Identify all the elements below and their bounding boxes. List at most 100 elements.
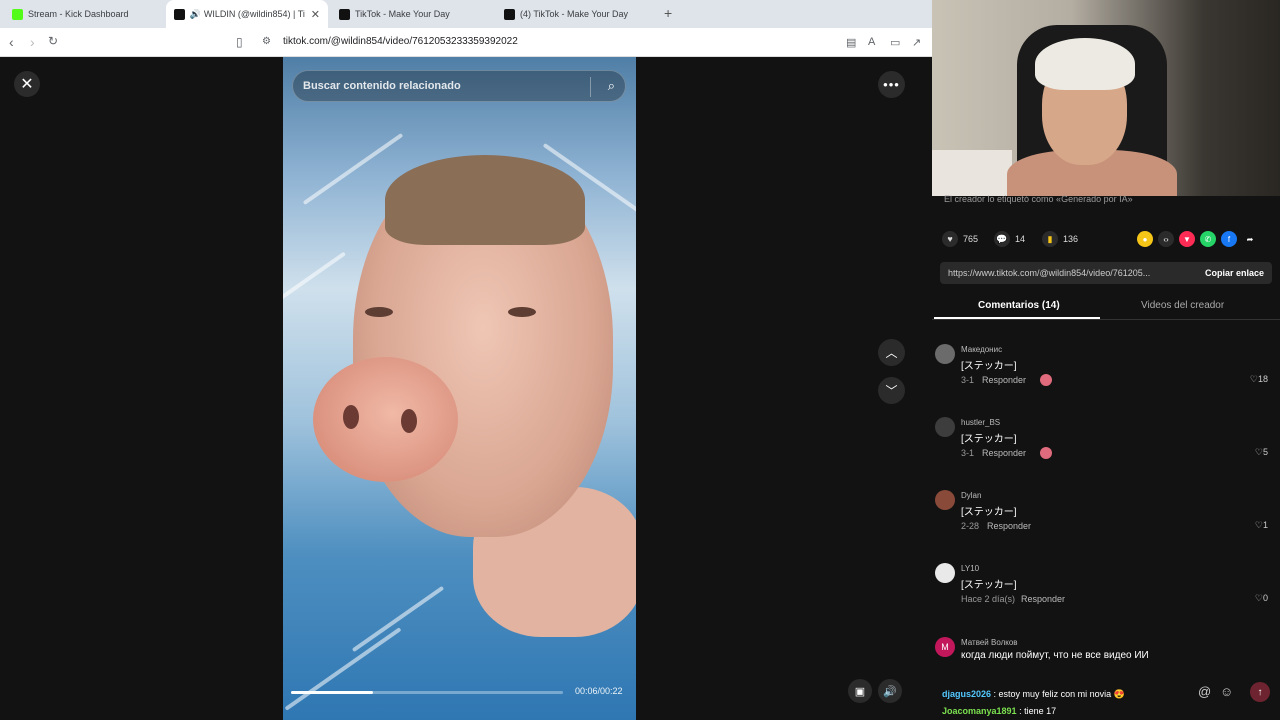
pig-nostril [343, 405, 359, 429]
comment-text: [ステッカー] [961, 507, 1017, 518]
forward-icon[interactable]: › [30, 34, 35, 50]
tab-label: WILDIN (@wildin854) | TikTok [203, 9, 305, 19]
comment-user[interactable]: Dylan [961, 491, 981, 500]
volume-icon[interactable]: 🔊 [878, 679, 902, 703]
tab-label: Stream - Kick Dashboard [28, 9, 129, 19]
avatar[interactable]: M [935, 637, 955, 657]
reload-icon[interactable]: ↻ [48, 34, 58, 48]
divider [590, 77, 591, 97]
comment-item: hustler_BS [ステッカー] 3-1 Responder ♡5 [932, 417, 1280, 477]
related-search-input[interactable]: Buscar contenido relacionado ⌕ [292, 70, 626, 102]
reply-button[interactable]: Responder [982, 375, 1026, 385]
video-time: 00:06/00:22 [575, 686, 623, 696]
ai-generated-note: El creador lo etiquetó como «Generado po… [944, 194, 1133, 204]
tiktok-icon [339, 8, 350, 20]
coin-icon[interactable]: ● [1137, 231, 1153, 247]
close-video-button[interactable]: ✕ [14, 71, 40, 97]
tab-comments[interactable]: Comentarios (14) [978, 300, 1060, 311]
address-bar: ‹ › ↻ ▯ ⚙ tiktok.com/@wildin854/video/76… [0, 28, 932, 57]
tab-tiktok-wildin[interactable]: 🔊 WILDIN (@wildin854) | TikTok ✕ [166, 0, 328, 28]
like-count: 765 [963, 234, 979, 244]
chat-message: djagus2026 : estoy muy feliz con mi novi… [942, 689, 1125, 700]
copy-link-button[interactable]: Copiar enlace [1205, 268, 1264, 278]
tiktok-icon [504, 8, 515, 20]
comment-user[interactable]: hustler_BS [961, 418, 1000, 427]
tab-tiktok-3[interactable]: (4) TikTok - Make Your Day [496, 0, 656, 28]
tab-kick-dashboard[interactable]: Stream - Kick Dashboard [4, 0, 164, 28]
back-icon[interactable]: ‹ [9, 34, 14, 50]
tab-tiktok-2[interactable]: TikTok - Make Your Day [331, 0, 491, 28]
tab-creator-videos[interactable]: Videos del creador [1141, 300, 1224, 311]
translate-icon[interactable]: A [868, 36, 875, 48]
new-tab-button[interactable]: + [664, 5, 672, 21]
tab-label: (4) TikTok - Make Your Day [520, 9, 629, 19]
avatar[interactable] [935, 417, 955, 437]
comment-likes[interactable]: ♡1 [1255, 520, 1268, 531]
pip-icon[interactable]: ▣ [848, 679, 872, 703]
like-button[interactable]: ♥ 765 [942, 231, 978, 247]
motion-streak [283, 251, 347, 307]
bookmark-icon: ▮ [1042, 231, 1058, 247]
more-options-button[interactable]: ••• [878, 71, 905, 98]
reader-icon[interactable]: ▤ [846, 36, 856, 49]
next-video-button[interactable]: ﹀ [878, 377, 905, 404]
site-info-icon[interactable]: ⚙ [262, 36, 271, 47]
webcam-person-hair [1035, 38, 1135, 90]
share-icon[interactable]: ↗ [912, 36, 921, 49]
comment-date: 3-1 [961, 448, 975, 458]
send-comment-button[interactable]: ↑ [1250, 682, 1270, 702]
motion-streak [284, 627, 402, 711]
stream-chat-overlay: djagus2026 : estoy muy feliz con mi novi… [928, 680, 1280, 720]
search-icon[interactable]: ⌕ [608, 78, 615, 94]
avatar[interactable] [935, 344, 955, 364]
pig-eye [508, 307, 536, 317]
comment-likes[interactable]: ♡0 [1255, 593, 1268, 604]
close-tab-icon[interactable]: ✕ [311, 8, 320, 21]
chat-username: djagus2026 [942, 689, 992, 699]
comment-likes[interactable]: ♡5 [1255, 447, 1268, 458]
heart-icon: ♡ [1254, 593, 1263, 603]
tab-label: TikTok - Make Your Day [355, 9, 450, 19]
heart-icon: ♡ [1249, 374, 1258, 384]
comment-user[interactable]: Матвей Волков [961, 638, 1018, 647]
comment-user[interactable]: Македонис [961, 345, 1002, 354]
bookmark-icon[interactable]: ▯ [236, 35, 243, 49]
comment-button[interactable]: 💬 14 [994, 231, 1025, 247]
video-progress-bar[interactable] [291, 691, 563, 694]
comment-user[interactable]: LY10 [961, 564, 979, 573]
avatar[interactable] [935, 563, 955, 583]
webcam-overlay [932, 0, 1280, 196]
reply-button[interactable]: Responder [987, 521, 1031, 531]
comment-text: [ステッカー] [961, 361, 1017, 372]
avatar[interactable] [935, 490, 955, 510]
comment-item: Dylan [ステッカー] 2-28 Responder ♡1 [932, 490, 1280, 550]
facebook-icon[interactable]: f [1221, 231, 1237, 247]
chat-message: Joacomanya1891 : tiene 17 [942, 706, 1056, 716]
chat-username: Joacomanya1891 [942, 706, 1017, 716]
sticker-icon [1040, 447, 1052, 459]
screen-icon[interactable]: ▭ [890, 36, 900, 49]
comment-item: Македонис [ステッカー] 3-1 Responder ♡18 [932, 344, 1280, 404]
share-arrow-icon[interactable]: ➦ [1242, 231, 1258, 247]
embed-icon[interactable]: ‹› [1158, 231, 1174, 247]
video-player[interactable]: Buscar contenido relacionado ⌕ 00:06/00:… [283, 57, 636, 720]
emoji-icon[interactable]: ☺ [1220, 684, 1233, 699]
comment-date: Hace 2 día(s) [961, 594, 1016, 604]
previous-video-button[interactable]: ︿ [878, 339, 905, 366]
comment-date: 2-28 [961, 521, 980, 531]
video-link[interactable]: https://www.tiktok.com/@wildin854/video/… [948, 268, 1173, 278]
reply-button[interactable]: Responder [982, 448, 1026, 458]
reply-button[interactable]: Responder [1021, 594, 1065, 604]
send-icon[interactable]: ▼ [1179, 231, 1195, 247]
url-field[interactable]: tiktok.com/@wildin854/video/761205323335… [283, 36, 518, 47]
comment-text: [ステッカー] [961, 580, 1017, 591]
screen: Stream - Kick Dashboard 🔊 WILDIN (@wildi… [0, 0, 1280, 720]
chat-text: : estoy muy feliz con mi novia 😍 [993, 689, 1125, 699]
comment-count: 14 [1015, 234, 1026, 244]
comment-likes[interactable]: ♡18 [1250, 374, 1268, 385]
mention-icon[interactable]: @ [1198, 684, 1211, 699]
comment-icon: 💬 [994, 231, 1010, 247]
save-count: 136 [1063, 234, 1079, 244]
whatsapp-icon[interactable]: ✆ [1200, 231, 1216, 247]
save-button[interactable]: ▮ 136 [1042, 231, 1078, 247]
